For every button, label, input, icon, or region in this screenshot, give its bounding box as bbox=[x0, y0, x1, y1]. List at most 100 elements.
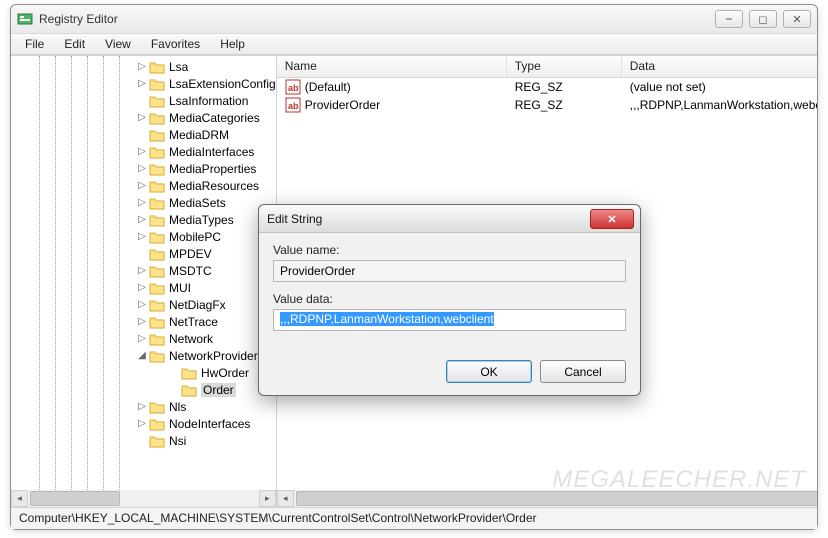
close-button[interactable]: ✕ bbox=[783, 10, 811, 28]
expander-icon[interactable]: ▷ bbox=[135, 333, 149, 344]
tree-item[interactable]: HwOrder bbox=[11, 364, 276, 381]
tree-item[interactable]: LsaInformation bbox=[11, 92, 276, 109]
tree-scroll[interactable]: ▷Lsa▷LsaExtensionConfigLsaInformation▷Me… bbox=[11, 56, 276, 490]
tree-item-label: MediaDRM bbox=[169, 128, 229, 142]
expander-icon[interactable]: ▷ bbox=[135, 401, 149, 412]
tree-item-label: NetTrace bbox=[169, 315, 218, 329]
tree-item-label: MobilePC bbox=[169, 230, 221, 244]
expander-icon[interactable]: ▷ bbox=[135, 418, 149, 429]
expander-icon[interactable]: ▷ bbox=[135, 231, 149, 242]
tree-item[interactable]: ▷NetDiagFx bbox=[11, 296, 276, 313]
window-title: Registry Editor bbox=[39, 12, 715, 26]
menu-favorites[interactable]: Favorites bbox=[141, 35, 210, 53]
tree-item[interactable]: MediaDRM bbox=[11, 126, 276, 143]
edit-string-dialog: Edit String ✕ Value name: Value data: ,,… bbox=[258, 204, 641, 396]
tree-item[interactable]: MPDEV bbox=[11, 245, 276, 262]
tree-item[interactable]: ▷ MediaSets bbox=[11, 194, 276, 211]
dialog-buttons: OK Cancel bbox=[259, 360, 640, 395]
value-data-field[interactable]: ,,,RDPNP,LanmanWorkstation,webclient bbox=[273, 309, 626, 331]
expander-icon[interactable]: ▷ bbox=[135, 146, 149, 157]
expander-icon[interactable]: ▷ bbox=[135, 214, 149, 225]
expander-icon[interactable]: ▷ bbox=[135, 163, 149, 174]
tree-item[interactable]: ▷ MSDTC bbox=[11, 262, 276, 279]
expander-icon[interactable]: ▷ bbox=[135, 112, 149, 123]
scroll-left-icon[interactable]: ◂ bbox=[277, 490, 294, 507]
tree-item-label: MPDEV bbox=[169, 247, 212, 261]
tree-item-label: HwOrder bbox=[201, 366, 249, 380]
window-controls: ⎯ ◻ ✕ bbox=[715, 10, 811, 28]
tree-item[interactable]: ▷ MediaResources bbox=[11, 177, 276, 194]
dialog-body: Value name: Value data: ,,,RDPNP,LanmanW… bbox=[259, 233, 640, 360]
expander-icon[interactable]: ▷ bbox=[135, 180, 149, 191]
column-data[interactable]: Data bbox=[622, 56, 817, 77]
scroll-left-icon[interactable]: ◂ bbox=[11, 490, 28, 507]
expander-icon[interactable]: ◢ bbox=[135, 350, 149, 361]
tree-item[interactable]: Order bbox=[11, 381, 276, 398]
value-data-cell: (value not set) bbox=[622, 80, 817, 94]
menubar: File Edit View Favorites Help bbox=[11, 33, 817, 55]
expander-icon[interactable]: ▷ bbox=[135, 265, 149, 276]
tree-item-label: MUI bbox=[169, 281, 191, 295]
tree-item-label: Nls bbox=[169, 400, 186, 414]
column-name[interactable]: Name bbox=[277, 56, 507, 77]
tree-item[interactable]: ◢ NetworkProvider bbox=[11, 347, 276, 364]
value-name-label: Value name: bbox=[273, 243, 626, 257]
tree-hscrollbar[interactable]: ◂ ▸ bbox=[11, 490, 276, 507]
list-hscrollbar[interactable]: ◂ ▸ bbox=[277, 490, 817, 507]
tree-item[interactable]: ▷MediaInterfaces bbox=[11, 143, 276, 160]
tree-item-label: MediaTypes bbox=[169, 213, 234, 227]
svg-text:ab: ab bbox=[288, 83, 299, 93]
tree-item[interactable]: ▷Lsa bbox=[11, 58, 276, 75]
tree-item[interactable]: ▷MediaCategories bbox=[11, 109, 276, 126]
tree-item-label: MSDTC bbox=[169, 264, 212, 278]
expander-icon[interactable]: ▷ bbox=[135, 299, 149, 310]
titlebar[interactable]: Registry Editor ⎯ ◻ ✕ bbox=[11, 5, 817, 33]
tree-item-label: Network bbox=[169, 332, 213, 346]
tree-item-label: NetworkProvider bbox=[169, 349, 258, 363]
tree-item[interactable]: ▷ LsaExtensionConfig bbox=[11, 75, 276, 92]
value-data-cell: ,,,RDPNP,LanmanWorkstation,webclient bbox=[622, 98, 817, 112]
maximize-button[interactable]: ◻ bbox=[749, 10, 777, 28]
menu-view[interactable]: View bbox=[95, 35, 141, 53]
ok-button[interactable]: OK bbox=[446, 360, 532, 383]
tree-item[interactable]: Nsi bbox=[11, 432, 276, 449]
tree-item-label: MediaProperties bbox=[169, 162, 256, 176]
tree-pane: ▷Lsa▷LsaExtensionConfigLsaInformation▷Me… bbox=[11, 56, 277, 507]
tree-item[interactable]: ▷ MobilePC bbox=[11, 228, 276, 245]
dialog-close-button[interactable]: ✕ bbox=[590, 209, 634, 229]
value-name-field[interactable] bbox=[273, 260, 626, 282]
tree-item[interactable]: ▷ NetTrace bbox=[11, 313, 276, 330]
value-name-cell: ab(Default) bbox=[277, 79, 507, 95]
list-row[interactable]: abProviderOrderREG_SZ,,,RDPNP,LanmanWork… bbox=[277, 96, 817, 114]
tree-item[interactable]: ▷ MediaProperties bbox=[11, 160, 276, 177]
cancel-button[interactable]: Cancel bbox=[540, 360, 626, 383]
tree-item[interactable]: ▷ Nls bbox=[11, 398, 276, 415]
value-data-label: Value data: bbox=[273, 292, 626, 306]
regedit-icon bbox=[17, 11, 33, 27]
value-name-cell: abProviderOrder bbox=[277, 97, 507, 113]
menu-help[interactable]: Help bbox=[210, 35, 255, 53]
dialog-title: Edit String bbox=[267, 212, 322, 226]
tree-item-label: NodeInterfaces bbox=[169, 417, 250, 431]
expander-icon[interactable]: ▷ bbox=[135, 61, 149, 72]
scroll-right-icon[interactable]: ▸ bbox=[259, 490, 276, 507]
dialog-titlebar[interactable]: Edit String ✕ bbox=[259, 205, 640, 233]
list-header: Name Type Data bbox=[277, 56, 817, 78]
tree-item-label: LsaExtensionConfig bbox=[169, 77, 276, 91]
menu-edit[interactable]: Edit bbox=[54, 35, 95, 53]
column-type[interactable]: Type bbox=[507, 56, 622, 77]
list-row[interactable]: ab(Default)REG_SZ(value not set) bbox=[277, 78, 817, 96]
expander-icon[interactable]: ▷ bbox=[135, 197, 149, 208]
expander-icon[interactable]: ▷ bbox=[135, 316, 149, 327]
menu-file[interactable]: File bbox=[15, 35, 54, 53]
minimize-button[interactable]: ⎯ bbox=[715, 10, 743, 28]
tree-item[interactable]: ▷ MUI bbox=[11, 279, 276, 296]
tree-item[interactable]: ▷ MediaTypes bbox=[11, 211, 276, 228]
tree-item[interactable]: ▷ NodeInterfaces bbox=[11, 415, 276, 432]
tree-item[interactable]: ▷ Network bbox=[11, 330, 276, 347]
tree-item-label: MediaSets bbox=[169, 196, 226, 210]
expander-icon[interactable]: ▷ bbox=[135, 282, 149, 293]
expander-icon[interactable]: ▷ bbox=[135, 78, 149, 89]
tree-item-label: MediaResources bbox=[169, 179, 259, 193]
tree-item-label: Nsi bbox=[169, 434, 186, 448]
